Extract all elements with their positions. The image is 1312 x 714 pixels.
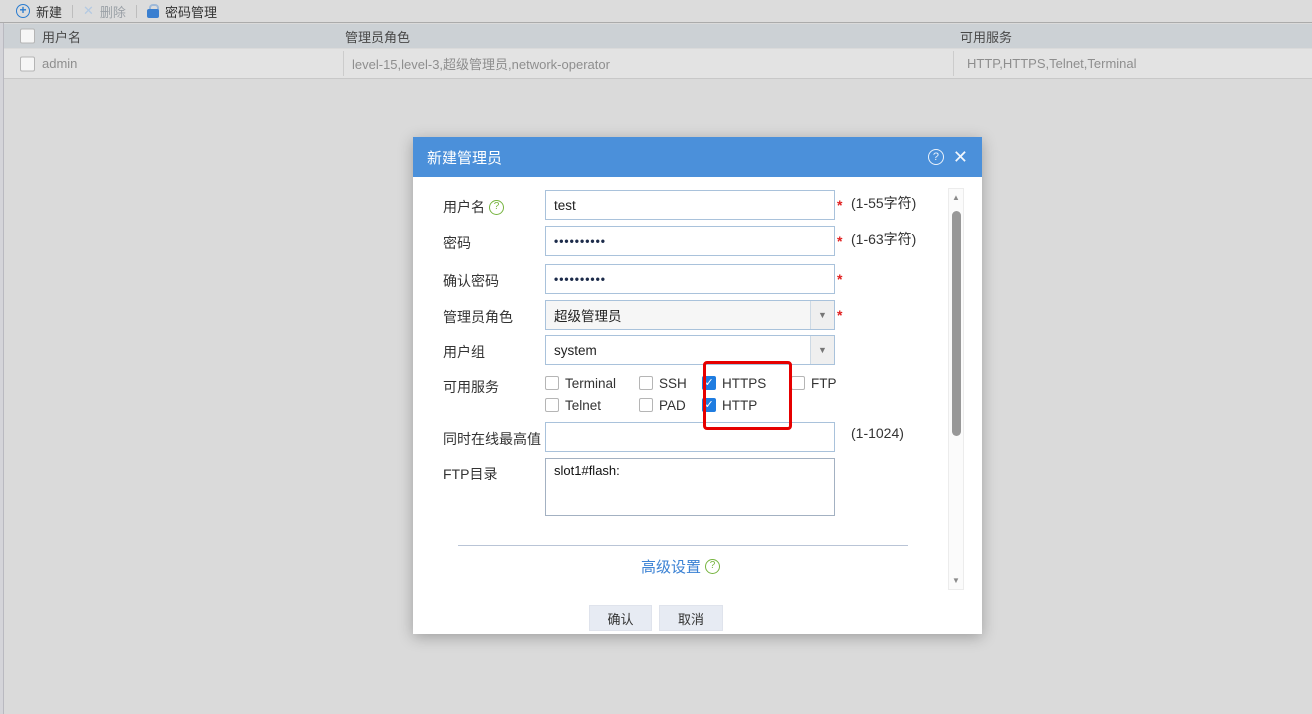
plus-circle-icon: +: [16, 4, 30, 18]
https-checkbox-label: HTTPS: [722, 376, 766, 391]
max-online-hint: (1-1024): [851, 425, 904, 441]
column-header-services[interactable]: 可用服务: [960, 27, 1012, 46]
http-checkbox[interactable]: [702, 398, 716, 412]
dialog-titlebar: 新建管理员 ? ✕: [413, 137, 982, 177]
password-input[interactable]: [545, 226, 835, 256]
max-online-label: 同时在线最高值: [443, 429, 541, 449]
row-username: admin: [42, 56, 77, 71]
password-mgmt-button[interactable]: 密码管理: [147, 2, 217, 21]
pad-checkbox[interactable]: [639, 398, 653, 412]
password-hint: (1-63字符): [851, 229, 916, 249]
telnet-checkbox[interactable]: [545, 398, 559, 412]
column-divider: [343, 51, 344, 76]
new-admin-dialog: 新建管理员 ? ✕ 用户名 ? * (1-55字符) 密码 * (1-63字符)…: [413, 137, 982, 634]
password-mgmt-label: 密码管理: [165, 2, 217, 21]
advanced-help-icon[interactable]: ?: [705, 559, 720, 574]
scrollbar-thumb[interactable]: [952, 211, 961, 436]
required-asterisk: *: [837, 197, 842, 213]
chevron-down-icon[interactable]: ▼: [810, 336, 834, 364]
delete-button[interactable]: ✕ 删除: [83, 2, 126, 21]
column-header-role[interactable]: 管理员角色: [345, 27, 410, 46]
toolbar-separator: [136, 5, 137, 18]
dialog-help-icon[interactable]: ?: [928, 149, 944, 165]
confirm-button[interactable]: 确认: [589, 605, 652, 631]
dialog-scrollbar[interactable]: ▲ ▼: [948, 188, 964, 590]
row-services: HTTP,HTTPS,Telnet,Terminal: [967, 56, 1137, 71]
required-asterisk: *: [837, 233, 842, 249]
select-all-checkbox[interactable]: [20, 29, 35, 44]
ftp-checkbox[interactable]: [791, 376, 805, 390]
advanced-settings-label: 高级设置: [641, 556, 701, 577]
ssh-checkbox[interactable]: [639, 376, 653, 390]
window-left-edge: [0, 0, 4, 714]
table-header: 用户名 管理员角色 可用服务: [0, 24, 1312, 48]
new-button-label: 新建: [36, 2, 62, 21]
ssh-checkbox-label: SSH: [659, 376, 687, 391]
toolbar-separator: [72, 5, 73, 18]
row-roles: level-15,level-3,超级管理员,network-operator: [352, 54, 610, 73]
http-checkbox-label: HTTP: [722, 398, 757, 413]
role-value: 超级管理员: [546, 305, 622, 325]
confirm-password-input[interactable]: [545, 264, 835, 294]
ftp-dir-label: FTP目录: [443, 464, 497, 484]
username-label: 用户名 ?: [443, 197, 504, 217]
services-row-2: Telnet PAD HTTP: [545, 396, 791, 414]
table-row[interactable]: admin level-15,level-3,超级管理员,network-ope…: [0, 49, 1312, 79]
dialog-title: 新建管理员: [427, 147, 502, 168]
password-label: 密码: [443, 233, 471, 253]
services-label: 可用服务: [443, 377, 499, 397]
user-group-value: system: [546, 343, 597, 358]
required-asterisk: *: [837, 307, 842, 323]
delete-x-icon: ✕: [83, 3, 94, 19]
chevron-down-icon[interactable]: ▼: [810, 301, 834, 329]
dialog-close-icon[interactable]: ✕: [953, 149, 968, 165]
scroll-up-icon[interactable]: ▲: [949, 193, 963, 202]
user-group-select[interactable]: system ▼: [545, 335, 835, 365]
telnet-checkbox-label: Telnet: [565, 398, 601, 413]
ftp-checkbox-label: FTP: [811, 376, 837, 391]
delete-button-label: 删除: [100, 2, 126, 21]
user-group-label: 用户组: [443, 342, 485, 362]
row-checkbox[interactable]: [20, 56, 35, 71]
ftp-dir-textarea[interactable]: [545, 458, 835, 516]
lock-icon: [147, 4, 159, 18]
username-help-icon[interactable]: ?: [489, 200, 504, 215]
services-row-1: Terminal SSH HTTPS FTP: [545, 374, 851, 392]
column-header-username[interactable]: 用户名: [42, 27, 81, 46]
username-hint: (1-55字符): [851, 193, 916, 213]
terminal-checkbox-label: Terminal: [565, 376, 616, 391]
pad-checkbox-label: PAD: [659, 398, 686, 413]
required-asterisk: *: [837, 271, 842, 287]
cancel-button[interactable]: 取消: [659, 605, 723, 631]
max-online-input[interactable]: [545, 422, 835, 452]
https-checkbox[interactable]: [702, 376, 716, 390]
new-button[interactable]: + 新建: [16, 2, 62, 21]
confirm-password-label: 确认密码: [443, 271, 499, 291]
advanced-settings-link[interactable]: 高级设置 ?: [413, 556, 948, 577]
role-select[interactable]: 超级管理员 ▼: [545, 300, 835, 330]
section-divider: [458, 545, 908, 546]
role-label: 管理员角色: [443, 307, 513, 327]
scroll-down-icon[interactable]: ▼: [949, 576, 963, 585]
terminal-checkbox[interactable]: [545, 376, 559, 390]
toolbar: + 新建 ✕ 删除 密码管理: [0, 0, 1312, 23]
column-divider: [953, 51, 954, 76]
username-input[interactable]: [545, 190, 835, 220]
